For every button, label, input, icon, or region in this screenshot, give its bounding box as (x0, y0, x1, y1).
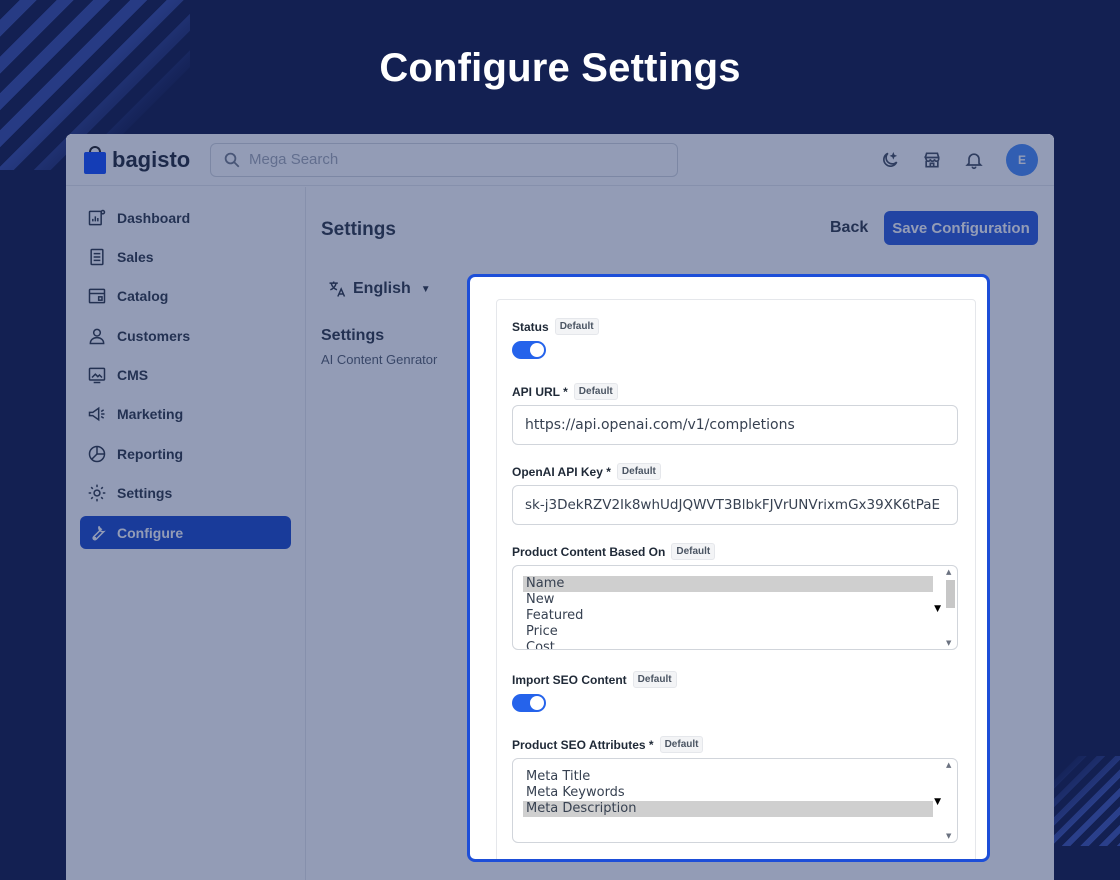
customers-icon (89, 328, 105, 344)
top-icons: E (880, 143, 1038, 176)
save-configuration-button[interactable]: Save Configuration (884, 211, 1038, 245)
default-badge: Default (554, 318, 599, 335)
sidebar-item-reporting[interactable]: Reporting (80, 437, 291, 470)
sidebar-item-label: Catalog (117, 288, 169, 305)
sidebar-item-catalog[interactable]: Catalog (80, 280, 291, 313)
user-avatar[interactable]: E (1006, 143, 1038, 176)
search-icon (224, 152, 240, 167)
sidebar-item-sales[interactable]: Sales (80, 240, 291, 273)
default-badge: Default (659, 736, 704, 753)
sidebar-item-label: Sales (117, 248, 154, 265)
listbox-scrollbar[interactable]: ▲ ▼ (945, 761, 955, 840)
product-content-select[interactable]: Name New Featured Price Cost ▼ ▲ ▼ (512, 565, 958, 650)
list-option[interactable]: Price (523, 624, 933, 640)
config-group-title: Settings (321, 327, 385, 344)
locale-switcher[interactable]: English ▼ (327, 279, 431, 299)
config-card: Status Default API URL * Default https:/… (496, 299, 976, 859)
config-group-link[interactable]: AI Content Genrator (321, 352, 437, 367)
catalog-icon (88, 288, 106, 304)
seo-attributes-label: Product SEO Attributes * Default (512, 736, 704, 753)
status-label: Status Default (512, 318, 599, 335)
bell-icon[interactable] (964, 150, 984, 170)
api-key-field[interactable]: sk-j3DekRZV2Ik8whUdJQWVT3BlbkFJVrUNVrixm… (512, 485, 958, 525)
chevron-down-icon: ▼ (934, 604, 941, 614)
page-title: Settings (321, 219, 396, 240)
sidebar-item-label: Settings (117, 485, 173, 502)
back-button[interactable]: Back (830, 219, 868, 237)
list-option[interactable]: Featured (523, 608, 933, 624)
marketing-icon (88, 407, 105, 422)
dashboard-icon (88, 209, 106, 225)
status-toggle[interactable] (512, 341, 546, 359)
bag-logo-icon (84, 145, 106, 174)
list-option[interactable]: New (523, 592, 933, 608)
sidebar-item-label: Dashboard (117, 209, 191, 226)
default-badge: Default (632, 671, 677, 688)
reporting-icon (88, 445, 106, 463)
list-option[interactable]: Meta Keywords (523, 785, 933, 801)
sidebar-item-label: CMS (117, 367, 149, 384)
chevron-down-icon: ▼ (934, 797, 941, 807)
list-option[interactable]: Meta Description (523, 801, 933, 817)
api-key-label: OpenAI API Key * Default (512, 463, 661, 480)
page-heading: Configure Settings (379, 46, 741, 90)
highlighted-config-panel: Status Default API URL * Default https:/… (467, 274, 990, 862)
wrench-icon (92, 525, 106, 541)
sidebar-item-configure[interactable]: Configure (80, 516, 291, 550)
sidebar-item-label: Configure (117, 524, 184, 541)
default-badge: Default (616, 463, 661, 480)
sidebar-item-dashboard[interactable]: Dashboard (80, 201, 291, 234)
list-option[interactable]: Cost (523, 640, 933, 649)
sidebar-item-label: Customers (117, 327, 191, 344)
locale-label: English (353, 280, 411, 297)
search-placeholder: Mega Search (249, 151, 339, 168)
cms-icon (88, 367, 106, 384)
logo-text: bagisto (112, 146, 191, 172)
default-badge: Default (671, 543, 716, 560)
api-url-field[interactable]: https://api.openai.com/v1/completions (512, 405, 958, 445)
listbox-scrollbar[interactable]: ▲ ▼ (945, 568, 955, 647)
sidebar-item-marketing[interactable]: Marketing (80, 398, 291, 431)
import-seo-label: Import SEO Content Default (512, 671, 677, 688)
sales-icon (90, 248, 104, 266)
sidebar-item-customers[interactable]: Customers (80, 319, 291, 352)
settings-icon (88, 484, 106, 502)
list-option[interactable]: Meta Title (523, 769, 933, 785)
sidebar-item-settings[interactable]: Settings (80, 477, 291, 510)
sidebar: Dashboard Sales Catalog Customers CMS Ma… (66, 187, 306, 880)
product-content-label: Product Content Based On Default (512, 543, 716, 560)
logo[interactable]: bagisto (84, 145, 210, 174)
default-badge: Default (573, 383, 618, 400)
sidebar-item-label: Reporting (117, 445, 184, 462)
sidebar-item-cms[interactable]: CMS (80, 359, 291, 392)
store-icon[interactable] (922, 150, 942, 170)
search-input[interactable]: Mega Search (210, 142, 678, 177)
api-url-label: API URL * Default (512, 383, 618, 400)
chevron-down-icon: ▼ (420, 283, 431, 295)
translate-icon (329, 281, 346, 297)
import-seo-toggle[interactable] (512, 694, 546, 712)
sidebar-item-label: Marketing (117, 406, 184, 423)
decorative-stripes-bottom-right (1050, 756, 1120, 846)
list-option[interactable]: Name (523, 576, 933, 592)
theme-toggle-icon[interactable] (880, 150, 900, 170)
top-bar: bagisto Mega Search E (66, 134, 1054, 186)
seo-attributes-select[interactable]: Meta Title Meta Keywords Meta Descriptio… (512, 758, 958, 843)
